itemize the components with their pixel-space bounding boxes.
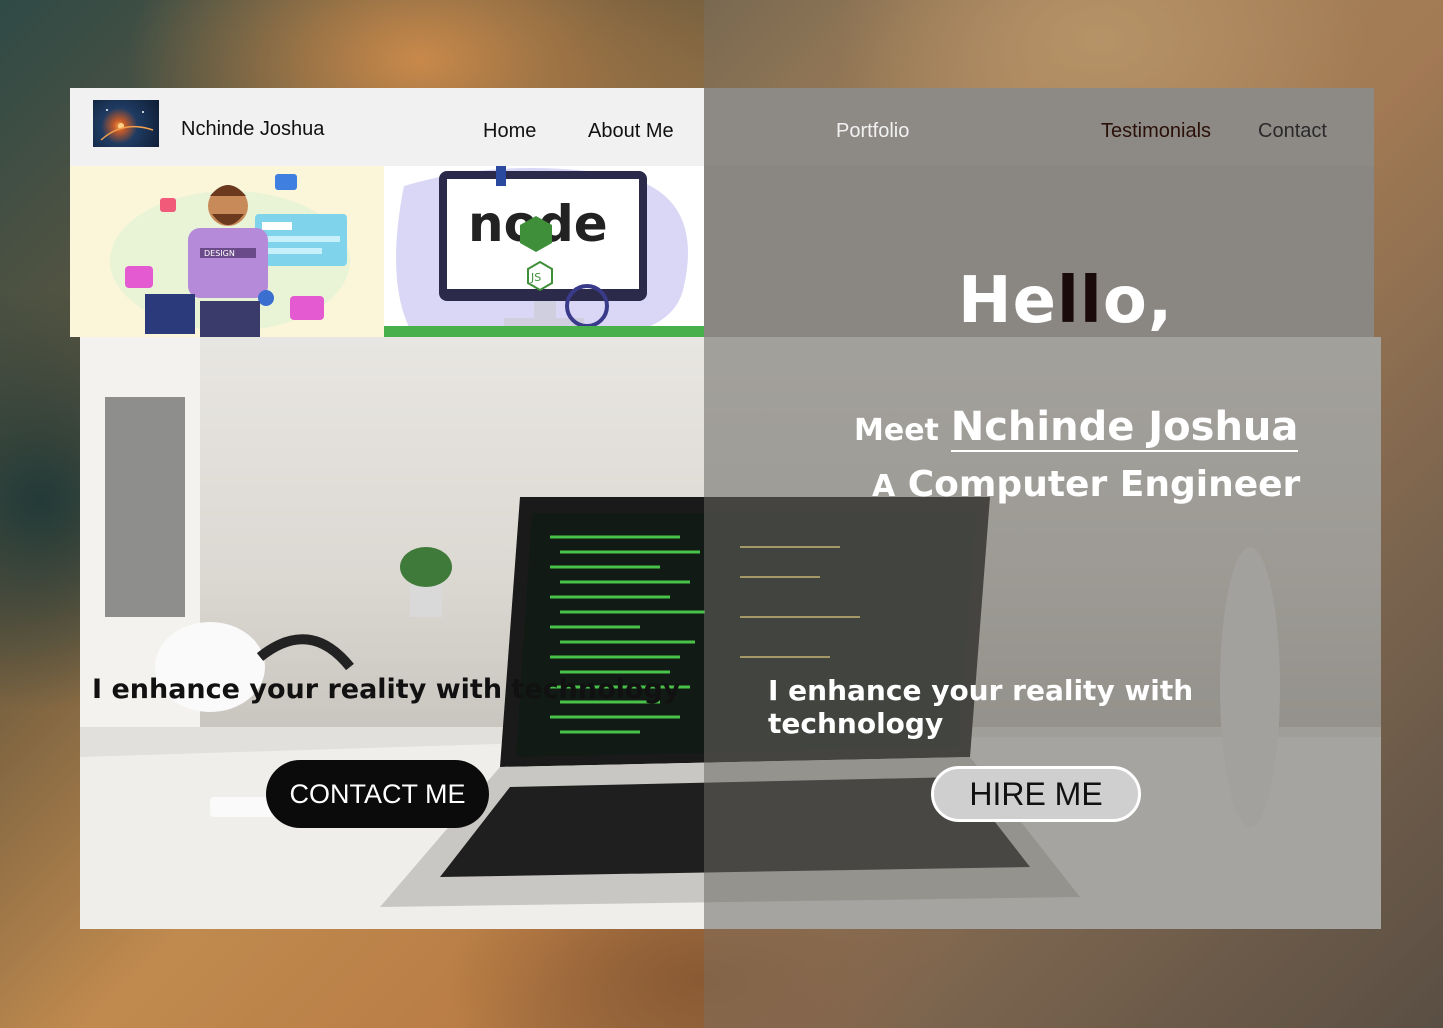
nodejs-illustration-icon: node JS	[384, 166, 704, 337]
greeting-part-3: o,	[1102, 264, 1174, 338]
greeting-part-1: He	[958, 264, 1057, 338]
space-earth-logo-icon	[100, 109, 154, 141]
meet-name: Nchinde Joshua	[950, 404, 1299, 452]
navbar: Nchinde Joshua Home About Me Portfolio T…	[70, 88, 1374, 166]
designer-thumbnail[interactable]: DESIGN	[70, 166, 384, 337]
tagline-left: I enhance your reality with technology	[92, 674, 681, 705]
thumbnail-strip: DESIGN node JS	[70, 166, 704, 337]
role-title: Computer Engineer	[907, 464, 1301, 505]
tagline-right: I enhance your reality with technology	[768, 674, 1194, 740]
hire-me-button[interactable]: HIRE ME	[931, 766, 1141, 822]
page-frame: Nchinde Joshua Home About Me Portfolio T…	[70, 88, 1381, 929]
hero-greeting: Hello,	[958, 264, 1173, 338]
designer-illustration-icon: DESIGN	[110, 174, 350, 337]
role-prefix: A	[872, 469, 896, 504]
brand-logo-icon[interactable]	[93, 100, 159, 147]
node-js-badge: JS	[530, 271, 541, 284]
brand-name[interactable]: Nchinde Joshua	[181, 118, 324, 141]
nav-contact[interactable]: Contact	[1258, 120, 1327, 143]
meet-prefix: Meet	[854, 413, 939, 448]
contact-me-button[interactable]: CONTACT ME	[266, 760, 489, 828]
nodejs-thumbnail[interactable]: node JS	[384, 166, 704, 337]
nav-testimonials[interactable]: Testimonials	[1101, 120, 1211, 143]
nav-home[interactable]: Home	[483, 120, 536, 143]
nav-about-me[interactable]: About Me	[588, 120, 674, 143]
navbar-left-section: Nchinde Joshua Home About Me	[70, 88, 704, 166]
navbar-right-section: Portfolio Testimonials Contact	[704, 88, 1374, 166]
hero-meet-line: Meet Nchinde Joshua	[854, 404, 1299, 452]
design-badge: DESIGN	[204, 249, 235, 258]
hero-role-line: A Computer Engineer	[872, 464, 1300, 505]
greeting-part-2: ll	[1056, 264, 1103, 338]
nav-portfolio[interactable]: Portfolio	[836, 120, 909, 143]
